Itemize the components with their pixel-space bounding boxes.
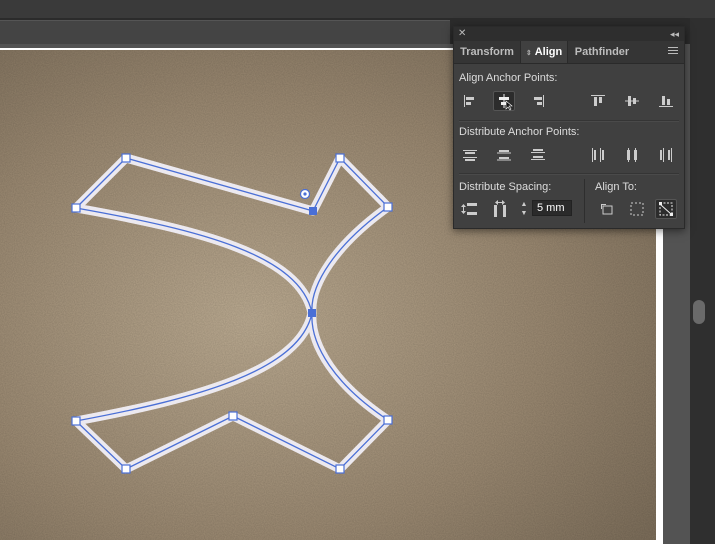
align-panel: ✕ ◂◂ Transform ⇕ Align Pathfinder Align A… xyxy=(453,26,685,229)
horizontal-align-center-button[interactable] xyxy=(493,91,515,111)
tab-transform[interactable]: Transform xyxy=(454,41,520,63)
horizontal-distribute-center-button[interactable] xyxy=(621,145,643,165)
panel-divider xyxy=(459,173,679,175)
vertical-distribute-space-button[interactable] xyxy=(459,199,481,219)
collapse-icon[interactable]: ◂◂ xyxy=(670,27,679,41)
tab-pathfinder[interactable]: Pathfinder xyxy=(568,41,636,63)
horizontal-distribute-right-button[interactable] xyxy=(655,145,677,165)
align-to-selection-button[interactable] xyxy=(596,199,618,219)
selected-anchor-point xyxy=(308,309,316,317)
selected-anchor-point xyxy=(309,207,317,215)
distribute-anchor-points-label: Distribute Anchor Points: xyxy=(459,126,580,138)
tab-align[interactable]: ⇕ Align xyxy=(520,41,568,63)
tab-align-label: Align xyxy=(534,46,563,58)
application-bar xyxy=(0,0,715,18)
horizontal-distribute-space-button[interactable] xyxy=(489,199,511,219)
vertical-align-top-button[interactable] xyxy=(587,91,609,111)
vertical-distribute-bottom-button[interactable] xyxy=(527,145,549,165)
align-to-artboard-button[interactable] xyxy=(626,199,648,219)
anchor-point xyxy=(228,411,238,421)
panel-options-arrows-icon: ⇕ xyxy=(525,50,532,57)
stepper-arrows-icon[interactable]: ▲ ▼ xyxy=(518,200,530,218)
scrollbar-thumb[interactable] xyxy=(693,300,705,324)
document-tab[interactable] xyxy=(0,20,450,45)
horizontal-distribute-left-button[interactable] xyxy=(587,145,609,165)
align-to-key-anchor-button[interactable] xyxy=(655,199,677,219)
close-icon[interactable]: ✕ xyxy=(458,27,466,41)
vertical-align-bottom-button[interactable] xyxy=(655,91,677,111)
anchor-point xyxy=(71,416,81,426)
anchor-point xyxy=(383,202,393,212)
distribute-spacing-label: Distribute Spacing: xyxy=(459,181,552,193)
vertical-align-center-button[interactable] xyxy=(621,91,643,111)
anchor-point xyxy=(383,415,393,425)
anchor-point xyxy=(335,464,345,474)
panel-tabs: Transform ⇕ Align Pathfinder xyxy=(454,41,684,64)
vertical-distribute-top-button[interactable] xyxy=(459,145,481,165)
vertical-distribute-center-button[interactable] xyxy=(493,145,515,165)
live-corner-widget-dot xyxy=(303,192,307,196)
anchor-point xyxy=(71,203,81,213)
vertical-scrollbar[interactable] xyxy=(690,18,715,544)
panel-menu-icon[interactable] xyxy=(668,47,678,57)
align-to-label: Align To: xyxy=(595,181,637,193)
spacing-stepper[interactable]: ▲ ▼ xyxy=(518,200,574,218)
align-anchor-points-label: Align Anchor Points: xyxy=(459,72,558,84)
anchor-point xyxy=(121,153,131,163)
anchor-point xyxy=(335,153,345,163)
anchor-point xyxy=(121,464,131,474)
horizontal-align-left-button[interactable] xyxy=(459,91,481,111)
horizontal-align-right-button[interactable] xyxy=(527,91,549,111)
panel-header: ✕ ◂◂ xyxy=(454,27,684,41)
spacing-input[interactable] xyxy=(532,200,572,216)
panel-vertical-divider xyxy=(584,179,585,223)
panel-divider xyxy=(459,120,679,122)
